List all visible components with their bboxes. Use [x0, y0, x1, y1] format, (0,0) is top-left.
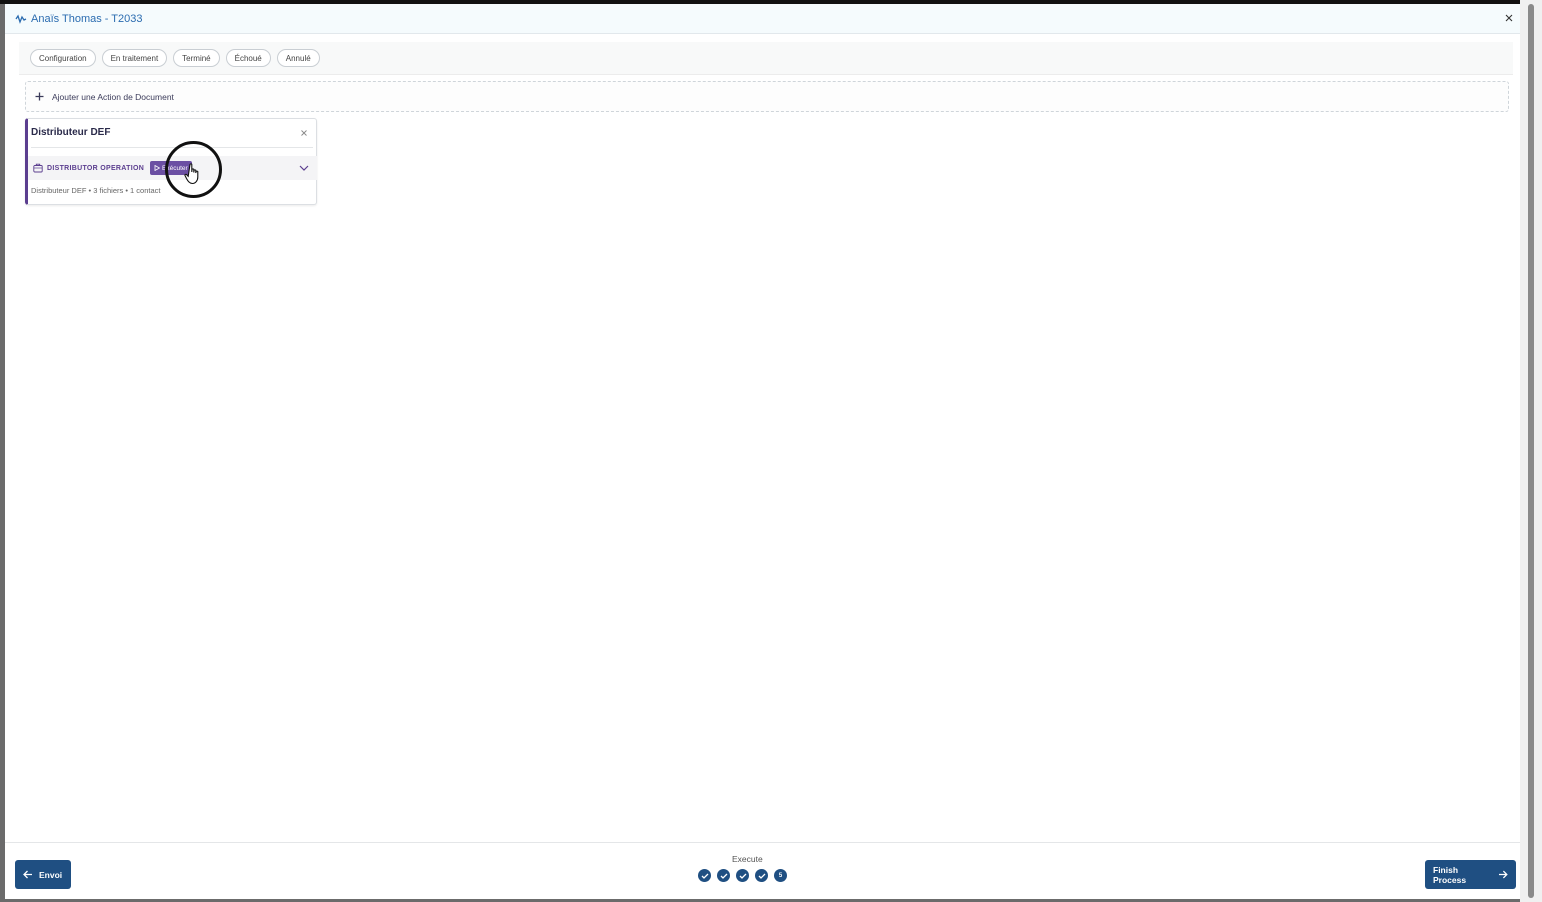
- modal-header: Anaïs Thomas - T2033: [5, 4, 1520, 34]
- chevron-down-icon[interactable]: [299, 163, 309, 173]
- check-icon: [739, 873, 746, 879]
- modal-footer: Envoi Execute 5 Finish Process: [5, 842, 1520, 899]
- process-modal: Anaïs Thomas - T2033 Configuration En tr…: [5, 4, 1520, 899]
- execute-button[interactable]: Exécuter: [150, 161, 192, 175]
- scrollbar[interactable]: [1520, 0, 1542, 902]
- filter-en-traitement[interactable]: En traitement: [101, 49, 168, 67]
- check-icon: [758, 873, 765, 879]
- filter-configuration[interactable]: Configuration: [30, 49, 96, 67]
- finish-process-button[interactable]: Finish Process: [1425, 860, 1516, 889]
- close-icon[interactable]: [1502, 11, 1516, 25]
- check-icon: [701, 873, 708, 879]
- filter-termine[interactable]: Terminé: [173, 49, 220, 67]
- scrollbar-thumb[interactable]: [1528, 4, 1534, 898]
- process-icon: [15, 13, 27, 25]
- filter-annule[interactable]: Annulé: [276, 49, 320, 67]
- add-document-action-button[interactable]: Ajouter une Action de Document: [25, 81, 1509, 112]
- arrow-left-icon: [23, 870, 32, 879]
- arrow-right-icon: [1499, 870, 1508, 879]
- step-2: [717, 869, 730, 882]
- distributor-card: Distributeur DEF DISTRIBUTOR OPERATION E…: [25, 118, 317, 205]
- finish-label: Finish Process: [1433, 864, 1467, 885]
- close-icon[interactable]: [300, 129, 308, 137]
- back-label: Envoi: [39, 869, 63, 880]
- card-divider: [31, 147, 313, 148]
- briefcase-icon: [33, 163, 43, 173]
- operation-label: DISTRIBUTOR OPERATION: [47, 164, 145, 172]
- status-filter-bar: Configuration En traitement Terminé Écho…: [19, 42, 1513, 75]
- progress-stepper: 5: [698, 869, 787, 882]
- step-3: [736, 869, 749, 882]
- step-5: 5: [774, 869, 787, 882]
- play-icon: [154, 165, 161, 171]
- step-4: [755, 869, 768, 882]
- step-1: [698, 869, 711, 882]
- add-action-label: Ajouter une Action de Document: [52, 91, 174, 102]
- check-icon: [720, 873, 727, 879]
- card-title: Distributeur DEF: [31, 127, 111, 138]
- plus-icon: [34, 92, 44, 102]
- execute-label: Exécuter: [162, 164, 188, 172]
- stepper-label: Execute: [732, 854, 763, 864]
- back-button[interactable]: Envoi: [15, 860, 71, 889]
- card-meta: Distributeur DEF • 3 fichiers • 1 contac…: [31, 186, 161, 195]
- operation-row[interactable]: DISTRIBUTOR OPERATION Exécuter: [28, 156, 317, 180]
- modal-title: Anaïs Thomas - T2033: [31, 12, 143, 25]
- filter-echoue[interactable]: Échoué: [225, 49, 271, 67]
